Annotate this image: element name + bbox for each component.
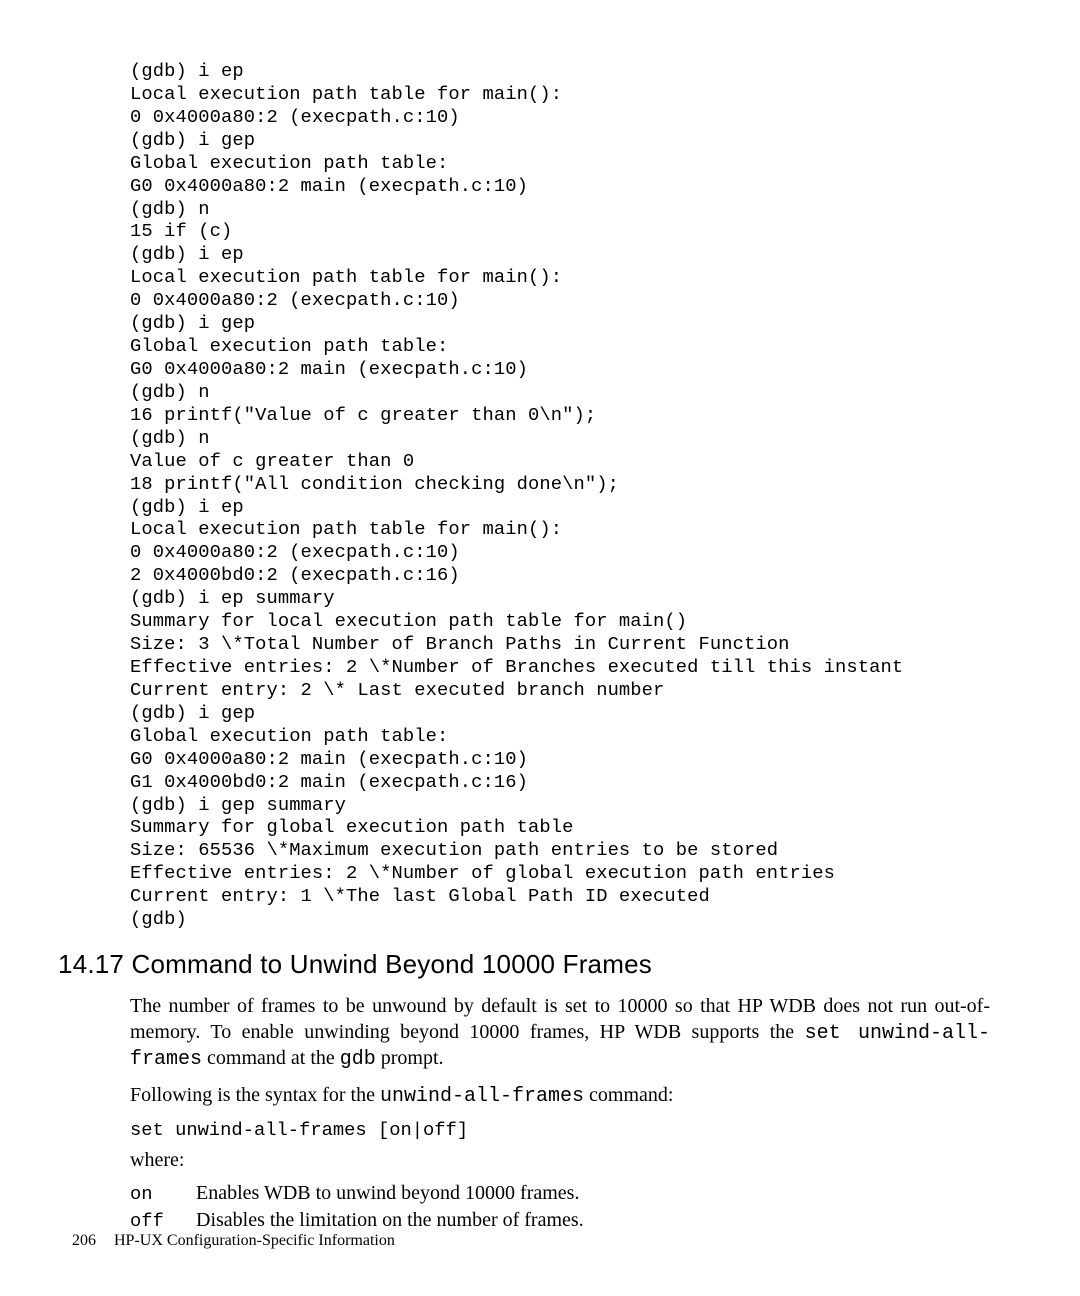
- definition-desc-off: Disables the limitation on the number of…: [196, 1209, 584, 1232]
- definition-term-off: off: [130, 1210, 196, 1232]
- definition-desc-on: Enables WDB to unwind beyond 10000 frame…: [196, 1182, 579, 1205]
- footer-title: HP-UX Configuration-Specific Information: [114, 1232, 395, 1249]
- paragraph-intro: The number of frames to be unwound by de…: [130, 994, 990, 1073]
- page-footer: 206 HP-UX Configuration-Specific Informa…: [72, 1232, 395, 1250]
- definition-row-off: off Disables the limitation on the numbe…: [130, 1209, 990, 1232]
- syntax-usage: set unwind-all-frames [on|off]: [130, 1119, 990, 1141]
- definition-row-on: on Enables WDB to unwind beyond 10000 fr…: [130, 1182, 990, 1205]
- paragraph-syntax-b: command:: [584, 1084, 673, 1106]
- definition-term-on: on: [130, 1183, 196, 1205]
- section-heading: 14.17 Command to Unwind Beyond 10000 Fra…: [58, 949, 990, 980]
- paragraph-intro-b: command at the: [202, 1047, 340, 1069]
- paragraph-syntax-intro: Following is the syntax for the unwind-a…: [130, 1083, 990, 1110]
- paragraph-intro-c: prompt.: [376, 1047, 444, 1069]
- inline-code-gdb: gdb: [340, 1048, 376, 1071]
- inline-code-unwind: unwind-all-frames: [380, 1085, 584, 1108]
- page-number: 206: [72, 1232, 96, 1249]
- gdb-session-output: (gdb) i ep Local execution path table fo…: [130, 60, 990, 931]
- paragraph-syntax-a: Following is the syntax for the: [130, 1084, 380, 1106]
- where-label: where:: [130, 1149, 990, 1172]
